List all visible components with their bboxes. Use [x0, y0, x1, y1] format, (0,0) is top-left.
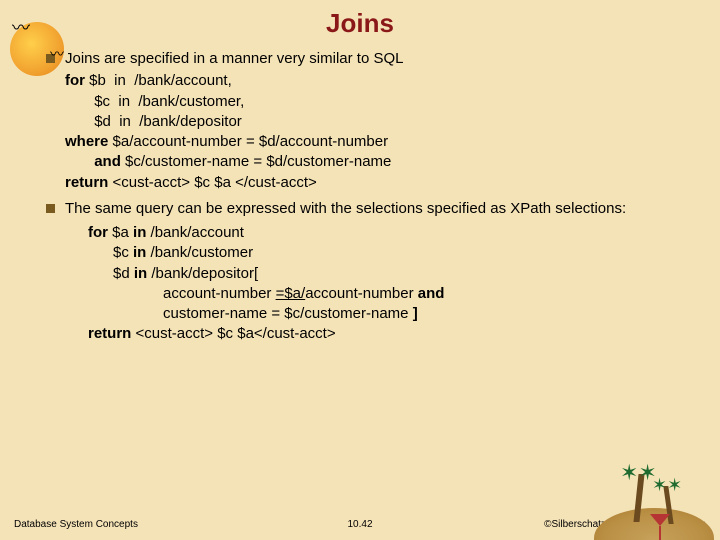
bullet-item: The same query can be expressed with the…	[46, 199, 692, 219]
kw-for: for	[88, 224, 108, 241]
bullet-text: Joins are specified in a manner very sim…	[65, 49, 692, 69]
code-block: for $b in /bank/account, $c in /bank/cus…	[46, 71, 692, 193]
bird-icon: 〰	[50, 44, 64, 64]
footer-left: Database System Concepts	[14, 519, 138, 530]
code-text: /bank/depositor[	[147, 265, 258, 282]
code-text	[65, 153, 94, 170]
code-text: $a/account-number = $d/account-number	[108, 133, 388, 150]
code-text: $c	[88, 244, 133, 261]
code-text: <cust-acct> $c $a</cust-acct>	[131, 325, 335, 342]
kw-in: in	[133, 244, 146, 261]
code-text: $a	[108, 224, 133, 241]
code-block: for $a in /bank/account $c in /bank/cust…	[46, 223, 692, 345]
kw-in: in	[133, 224, 146, 241]
kw-return: return	[65, 174, 108, 191]
code-text: $b in /bank/account,	[85, 72, 232, 89]
code-text: /bank/customer	[146, 244, 253, 261]
code-text: account-number	[305, 285, 418, 302]
bullet-item: Joins are specified in a manner very sim…	[46, 49, 692, 69]
code-text: ]	[409, 305, 418, 322]
code-text: $d	[88, 265, 134, 282]
umbrella-icon	[650, 514, 670, 526]
palm-graphic: ✶✶ ✶✶	[594, 450, 714, 540]
code-underline: =$a/	[276, 285, 306, 302]
palm-leaves-icon: ✶✶	[652, 476, 682, 494]
code-text: customer-name = $c/customer-name	[88, 305, 409, 322]
code-text: /bank/account	[146, 224, 244, 241]
kw-in: in	[134, 265, 147, 282]
kw-return: return	[88, 325, 131, 342]
code-text	[65, 93, 94, 110]
kw-and: and	[418, 285, 445, 302]
kw-for: for	[65, 72, 85, 89]
code-text: $d in /bank/depositor	[94, 113, 242, 130]
code-text: <cust-acct> $c $a </cust-acct>	[108, 174, 316, 191]
code-text: account-number	[88, 285, 276, 302]
kw-and: and	[94, 153, 121, 170]
code-text	[65, 113, 94, 130]
kw-where: where	[65, 133, 108, 150]
slide-content: Joins are specified in a manner very sim…	[28, 49, 692, 345]
footer-page-number: 10.42	[347, 519, 372, 530]
code-text: $c in /bank/customer,	[94, 93, 244, 110]
bird-icon: 〰	[12, 14, 30, 40]
bullet-text: The same query can be expressed with the…	[65, 199, 692, 219]
slide-title: Joins	[28, 8, 692, 39]
code-text: $c/customer-name = $d/customer-name	[121, 153, 392, 170]
square-bullet-icon	[46, 204, 55, 213]
